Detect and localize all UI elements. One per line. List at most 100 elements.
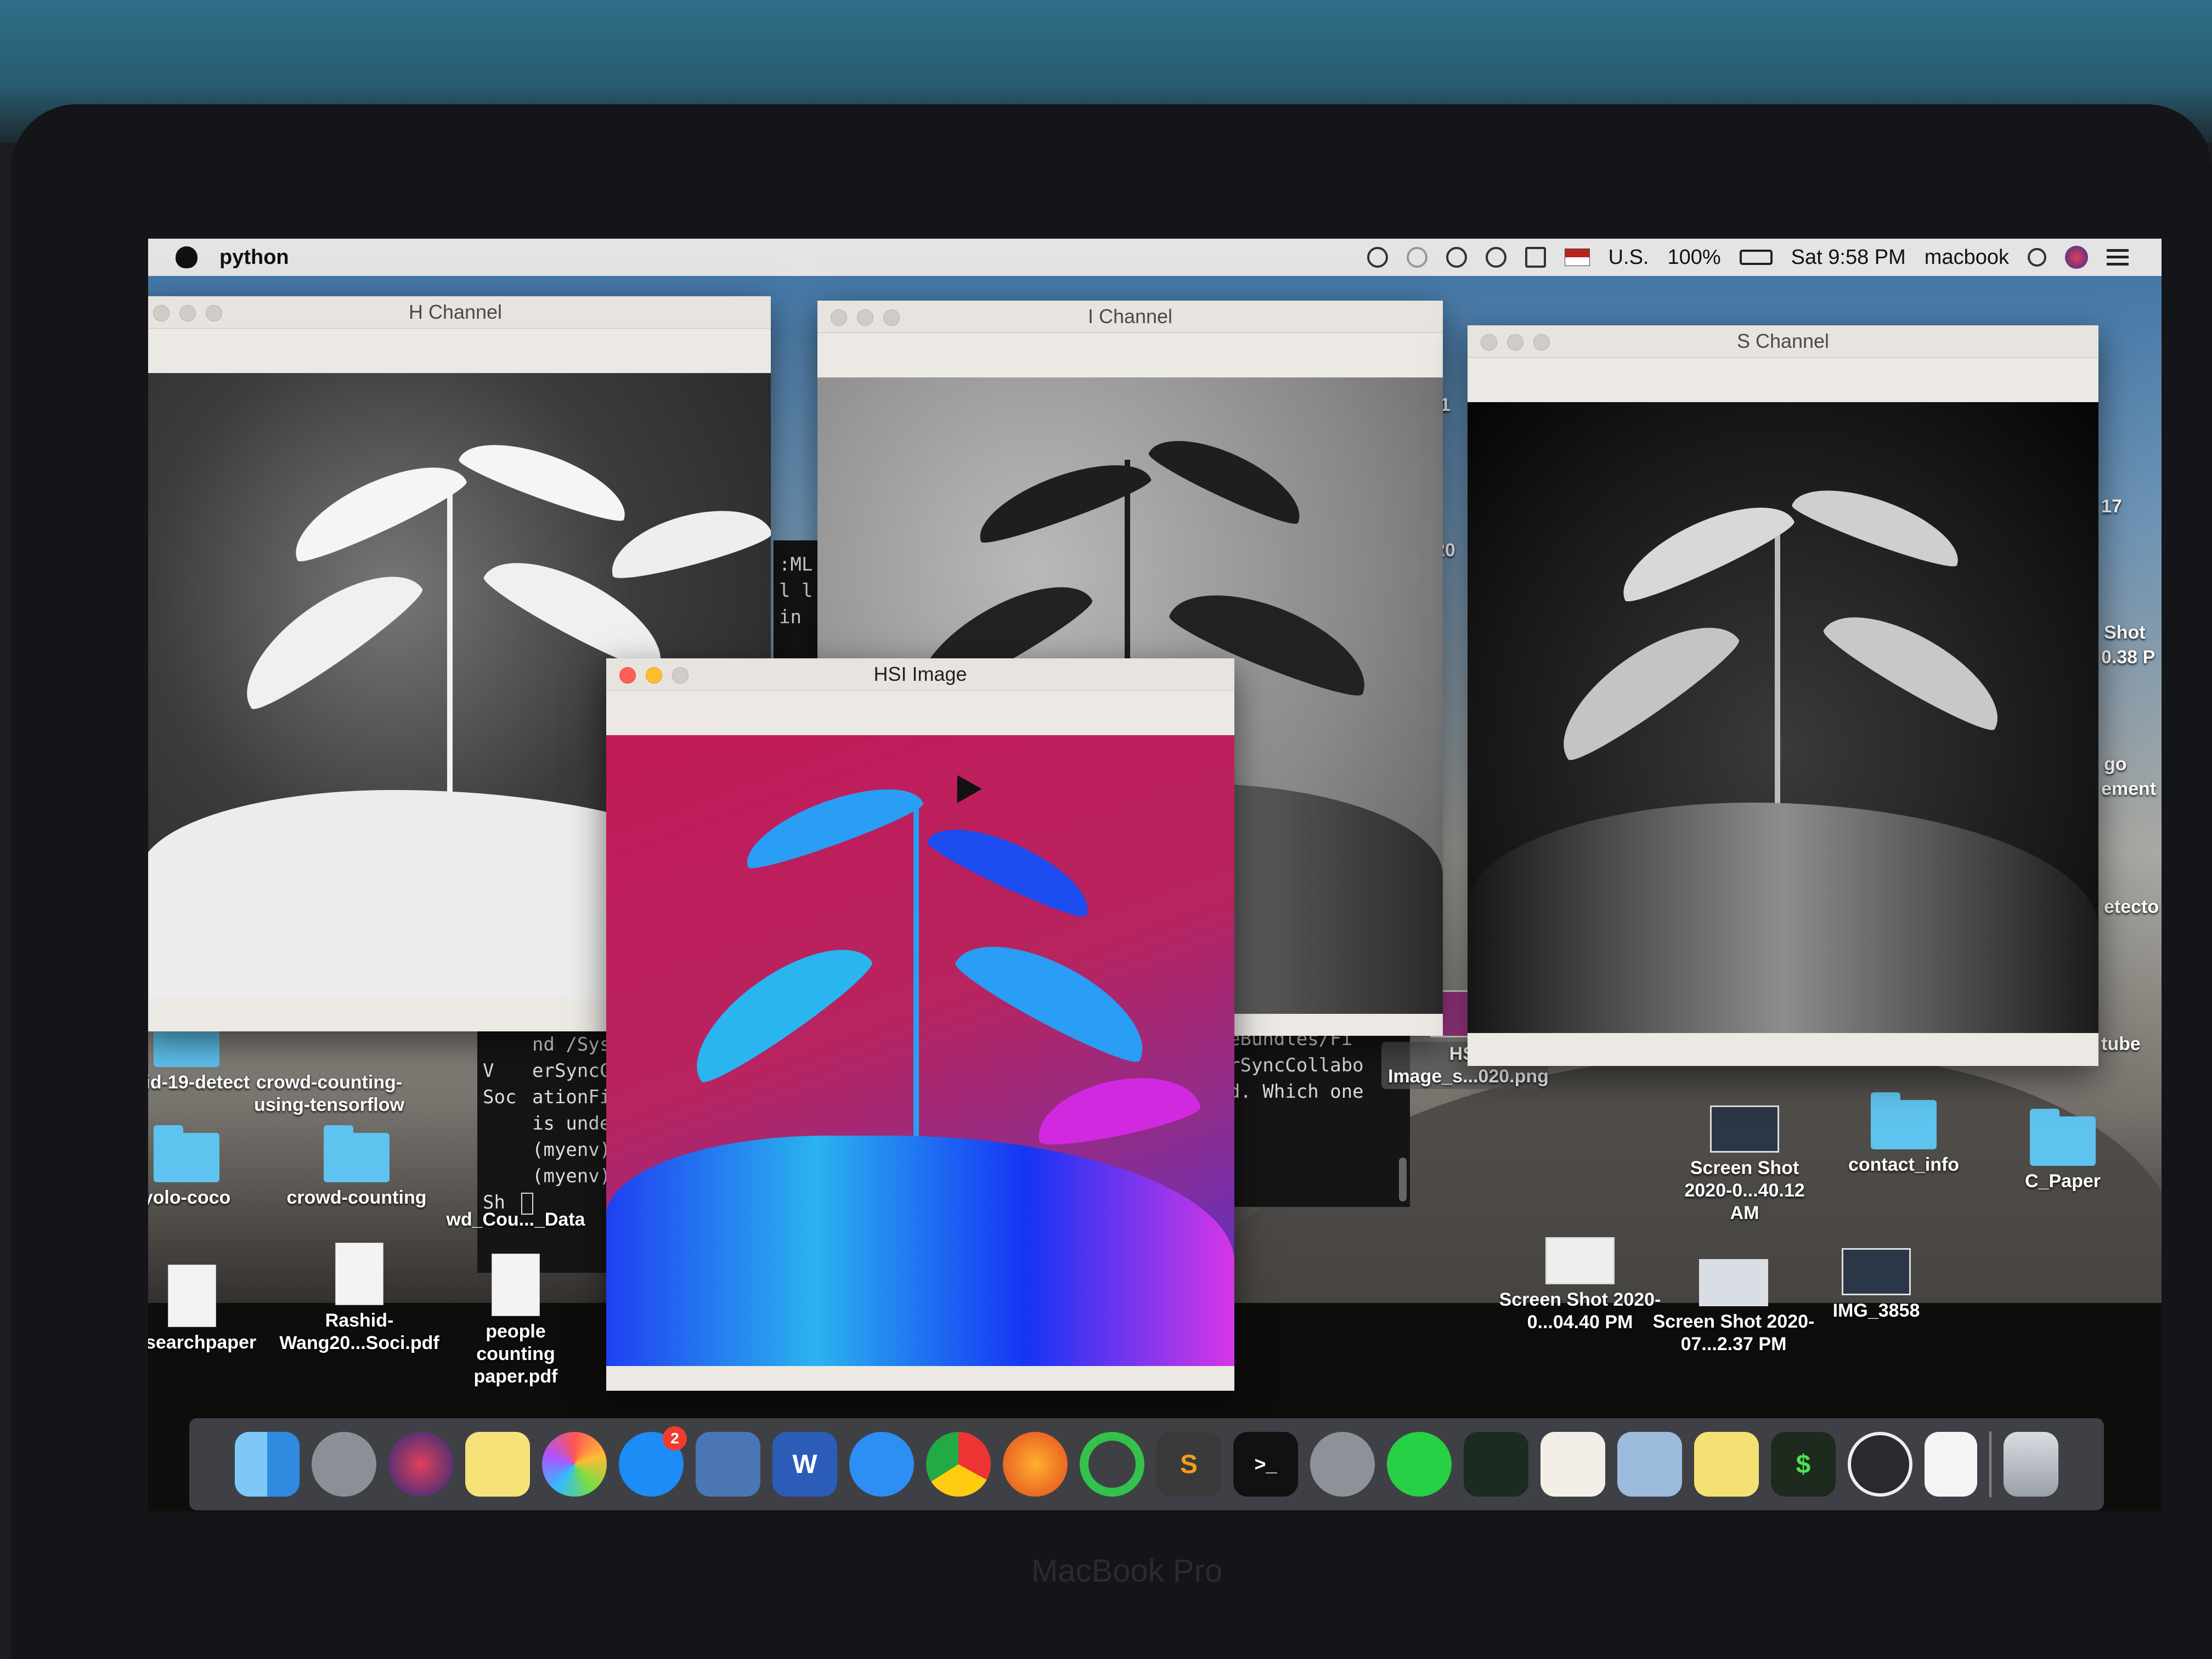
desktop-icon-label: IMG_3858	[1832, 1300, 1920, 1321]
launchpad-icon[interactable]	[312, 1432, 376, 1497]
active-app-name[interactable]: python	[219, 246, 289, 269]
edge-label-fragment: 17	[2101, 496, 2122, 517]
desktop-icon-label: Rashid-Wang20...Soci.pdf	[279, 1310, 439, 1353]
plant-leaf	[1540, 600, 1746, 770]
battery-percent[interactable]: 100%	[1667, 246, 1720, 269]
preview-icon[interactable]	[1617, 1432, 1682, 1497]
stickies-icon[interactable]	[1694, 1432, 1759, 1497]
desktop-folder[interactable]: C_Paper	[1980, 1109, 2145, 1193]
menu-bar: python U.S. 100% Sat 9:58 PM macbook	[148, 239, 2162, 276]
menu-extras: U.S. 100% Sat 9:58 PM macbook	[1367, 246, 2162, 269]
input-source-label[interactable]: U.S.	[1609, 246, 1649, 269]
window-titlebar[interactable]: H Channel	[148, 296, 771, 329]
notes-icon[interactable]	[465, 1432, 530, 1497]
desktop-folder[interactable]: yolo-coco	[148, 1125, 269, 1209]
word-icon[interactable]: W	[772, 1432, 837, 1497]
minimize-button[interactable]	[646, 667, 662, 684]
plant-leaf	[1145, 421, 1313, 531]
trash-icon[interactable]	[2004, 1432, 2058, 1497]
pdf-icon	[335, 1243, 383, 1305]
apple-menu-icon[interactable]	[176, 246, 198, 268]
terminal-side-text: Soc	[483, 1086, 517, 1108]
whatsapp-icon[interactable]	[1387, 1432, 1452, 1497]
terminal-scrollbar[interactable]	[1399, 1158, 1407, 1201]
update-ring-icon[interactable]	[1080, 1432, 1144, 1497]
desktop-folder[interactable]: contact_info	[1821, 1092, 1986, 1176]
folder-icon	[1871, 1092, 1937, 1149]
desktop-doc[interactable]: researchpaper	[148, 1265, 274, 1354]
plant-leaf	[455, 426, 636, 528]
time-machine-icon[interactable]	[1446, 247, 1467, 268]
zoom-button[interactable]	[1533, 334, 1550, 351]
photos-icon[interactable]	[542, 1432, 607, 1497]
bluetooth-icon[interactable]	[1406, 247, 1427, 268]
terminal-side-text: V	[483, 1060, 494, 1082]
close-button[interactable]	[153, 305, 170, 321]
desktop-pdf[interactable]: people counting paper.pdf	[433, 1254, 598, 1387]
obs-icon[interactable]	[1848, 1432, 1912, 1497]
desktop-icon-label: crowd-counting	[286, 1187, 427, 1208]
close-button[interactable]	[831, 309, 847, 326]
window-titlebar[interactable]: I Channel	[817, 301, 1443, 333]
minimize-button[interactable]	[1507, 334, 1523, 351]
virtualbox-icon[interactable]	[696, 1432, 760, 1497]
zoom-button[interactable]	[672, 667, 689, 684]
console-prompt: $	[1796, 1449, 1811, 1479]
spotlight-search-icon[interactable]	[2028, 248, 2046, 267]
folder-icon	[154, 1125, 219, 1182]
desktop-image[interactable]: Screen Shot 2020-0...40.12 AM	[1662, 1105, 1827, 1224]
close-button[interactable]	[619, 667, 636, 684]
desktop-folder[interactable]: crowd-counting-using-tensorflow	[247, 1018, 411, 1116]
edge-label-fragment: etecto	[2104, 896, 2159, 917]
minimize-button[interactable]	[857, 309, 873, 326]
user-name[interactable]: macbook	[1925, 246, 2009, 269]
activity-monitor-icon[interactable]	[1464, 1432, 1528, 1497]
plant-foliage-base	[606, 1136, 1234, 1366]
desktop-pdf[interactable]: Rashid-Wang20...Soci.pdf	[277, 1243, 442, 1355]
close-button[interactable]	[1481, 334, 1497, 351]
sublime-text-icon[interactable]: S	[1156, 1432, 1221, 1497]
clock[interactable]: Sat 9:58 PM	[1791, 246, 1906, 269]
dock-separator	[1989, 1431, 1991, 1497]
image-thumbnail-icon	[1710, 1105, 1779, 1153]
desktop-image[interactable]: IMG_3858	[1794, 1248, 1959, 1322]
s-channel-window[interactable]: S Channel	[1468, 325, 2098, 1066]
zoom-button[interactable]	[883, 309, 900, 326]
hsi-image-window[interactable]: HSI Image	[606, 658, 1234, 1391]
desktop-file[interactable]: wd_Cou..._Data	[433, 1204, 598, 1231]
docx-icon	[168, 1265, 216, 1327]
calendar-icon[interactable]	[1541, 1432, 1605, 1497]
wifi-icon[interactable]	[1485, 247, 1506, 268]
finder-icon[interactable]	[235, 1432, 300, 1497]
safari-icon[interactable]	[849, 1432, 914, 1497]
flag-icon[interactable]	[1564, 249, 1590, 266]
siri-icon[interactable]	[2065, 246, 2088, 269]
volume-icon[interactable]	[1525, 247, 1546, 268]
folder-icon	[2030, 1109, 2096, 1166]
siri-dock-icon[interactable]	[388, 1432, 453, 1497]
battery-icon[interactable]	[1739, 250, 1773, 265]
app-store-icon[interactable]: 2	[619, 1426, 687, 1497]
edge-label-fragment: 0.38 P	[2101, 647, 2155, 668]
pdf-icon	[492, 1254, 540, 1316]
firefox-icon[interactable]	[1003, 1432, 1068, 1497]
window-titlebar[interactable]: HSI Image	[606, 658, 1234, 691]
notification-center-icon[interactable]	[2107, 249, 2129, 266]
desktop-icon-label: ovid-19-detect	[148, 1072, 250, 1093]
minimize-button[interactable]	[179, 305, 196, 321]
system-preferences-icon[interactable]	[1310, 1432, 1375, 1497]
desktop-image[interactable]: Screen Shot 2020-0...04.40 PM	[1498, 1237, 1662, 1334]
chrome-icon[interactable]	[926, 1432, 991, 1497]
document-icon[interactable]	[1925, 1432, 1977, 1497]
plant-leaf	[1788, 472, 1970, 574]
console-icon[interactable]: $	[1771, 1432, 1836, 1497]
zoom-button[interactable]	[206, 305, 222, 321]
window-titlebar[interactable]: S Channel	[1468, 325, 2098, 358]
terminal-line: rSyncCollabo	[1229, 1054, 1364, 1076]
desktop-image[interactable]: Screen Shot 2020-07...2.37 PM	[1651, 1259, 1816, 1356]
terminal-icon[interactable]: >_	[1233, 1432, 1298, 1497]
accessibility-icon[interactable]	[1367, 247, 1388, 268]
plant-leaf	[673, 922, 879, 1092]
desktop-icon-label: Screen Shot 2020-0...40.12 AM	[1684, 1158, 1805, 1223]
desktop-folder[interactable]: crowd-counting	[274, 1125, 439, 1209]
